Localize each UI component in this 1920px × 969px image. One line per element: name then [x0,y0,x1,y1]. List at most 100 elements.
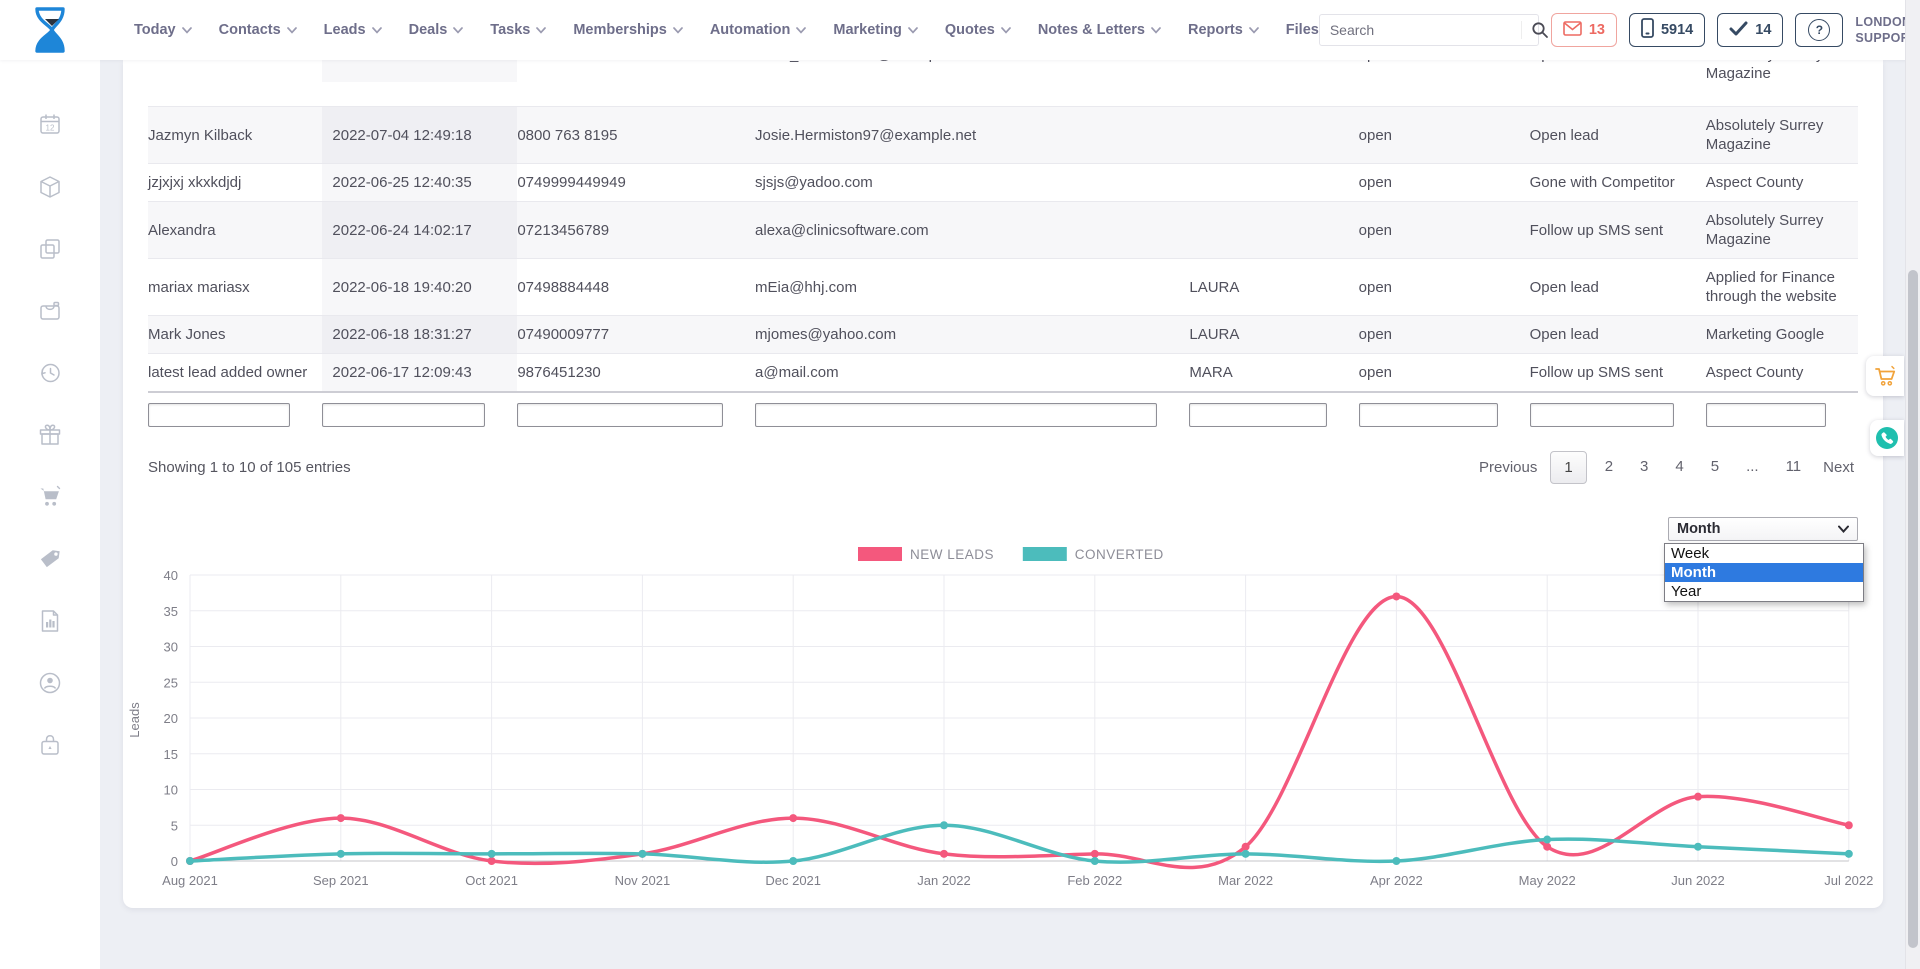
cart-fab-button[interactable] [1866,356,1904,396]
cell-name: mariax mariasx [148,259,322,315]
lock-icon[interactable] [37,732,63,758]
cell-lead-status: Open lead [1530,60,1706,82]
nav-item-memberships[interactable]: Memberships [573,22,682,38]
svg-text:Jan 2022: Jan 2022 [917,873,971,888]
account-icon[interactable] [37,670,63,696]
check-count: 14 [1755,22,1771,38]
filter-input-owner[interactable] [1189,403,1326,427]
chart-period-select[interactable]: Month [1668,517,1858,541]
period-option-month[interactable]: Month [1665,563,1863,582]
table-row[interactable]: Alexandra2022-06-24 14:02:1707213456789a… [148,202,1858,259]
nav-item-notes-letters[interactable]: Notes & Letters [1038,22,1161,38]
nav-label: Quotes [945,22,995,38]
filter-input-date[interactable] [322,403,485,427]
cell-date: 2022-06-24 14:02:17 [322,202,517,258]
period-select-dropdown: WeekMonthYear [1664,543,1864,602]
cell-lead-status: Open lead [1530,316,1706,353]
vertical-scrollbar-thumb[interactable] [1908,270,1918,948]
table-row[interactable]: Mark Jones2022-06-18 18:31:2707490009777… [148,316,1858,354]
svg-text:Leads: Leads [127,702,142,738]
filter-input-email[interactable] [755,403,1157,427]
app-logo-hourglass-icon[interactable] [28,6,72,54]
phone-calls-badge[interactable]: 5914 [1629,13,1705,47]
chevron-down-icon [1838,521,1849,537]
nav-item-reports[interactable]: Reports [1188,22,1259,38]
pagination-previous[interactable]: Previous [1475,452,1541,483]
pagination-page-2[interactable]: 2 [1596,451,1622,484]
svg-text:30: 30 [164,640,178,655]
cell-source: Aspect County [1706,164,1858,201]
history-icon[interactable] [37,360,63,386]
table-row[interactable]: mariax mariasx2022-06-18 19:40:200749888… [148,259,1858,316]
copy-icon[interactable] [37,236,63,262]
filter-input-phone[interactable] [517,403,723,427]
cell-phone: 07213456789 [517,202,755,258]
calendar-icon[interactable]: 12 [37,112,63,138]
search-input[interactable] [1320,22,1521,38]
cell-date: 2022-06-25 12:40:35 [322,164,517,201]
cell-date: 2022-06-18 19:40:20 [322,259,517,315]
report-icon[interactable] [37,608,63,634]
mail-notifications-badge[interactable]: 13 [1551,13,1617,47]
chevron-down-icon [908,22,918,38]
table-row[interactable]: Jazmyn Kilback2022-07-04 12:49:180800 76… [148,107,1858,164]
svg-text:Feb 2022: Feb 2022 [1067,873,1122,888]
filter-input-status[interactable] [1359,403,1498,427]
table-row[interactable]: latest lead added owner2022-06-17 12:09:… [148,354,1858,393]
mail-count: 13 [1589,22,1605,38]
filter-input-name[interactable] [148,403,290,427]
tasks-done-badge[interactable]: 14 [1717,13,1783,47]
cell-source: Absolutely Surrey Magazine [1706,202,1858,258]
svg-text:Apr 2022: Apr 2022 [1370,873,1423,888]
pagination-page-4[interactable]: 4 [1666,451,1692,484]
pagination-ellipsis: ... [1737,451,1768,484]
pagination-page-3[interactable]: 3 [1631,451,1657,484]
tag-icon[interactable] [37,546,63,572]
table-row[interactable]: Gina Schulist2022-07-04 12:49:260749 525… [148,60,1858,107]
topbar-right-cluster: 13 5914 14 ? LONDON SUPPORT [1319,9,1920,51]
nav-item-today[interactable]: Today [134,22,192,38]
smartphone-icon [1641,18,1654,42]
gift-icon[interactable] [37,422,63,448]
pagination-page-1[interactable]: 1 [1550,451,1586,484]
nav-item-deals[interactable]: Deals [409,22,464,38]
nav-label: Contacts [219,22,281,38]
cell-email: Josie.Hermiston97@example.net [755,107,1189,163]
filter-cell [322,403,517,427]
cell-source: Aspect County [1706,354,1858,391]
pagination-page-11[interactable]: 11 [1777,451,1811,484]
period-option-year[interactable]: Year [1665,582,1863,601]
nav-item-leads[interactable]: Leads [324,22,382,38]
cell-lead-status: Follow up SMS sent [1530,354,1706,391]
search-box [1319,14,1539,46]
period-option-week[interactable]: Week [1665,544,1863,563]
main-nav: Today Contacts Leads Deals Tasks Memberships A… [134,22,1319,38]
phone-fab-button[interactable] [1870,420,1904,456]
filter-input-source[interactable] [1706,403,1826,427]
nav-item-contacts[interactable]: Contacts [219,22,297,38]
nav-item-automation[interactable]: Automation [710,22,807,38]
vertical-scrollbar-track[interactable] [1905,0,1920,969]
filter-input-lead-status[interactable] [1530,403,1674,427]
package-icon[interactable] [37,174,63,200]
nav-label: Memberships [573,22,666,38]
help-badge[interactable]: ? [1795,13,1843,47]
nav-label: Notes & Letters [1038,22,1145,38]
pagination-next[interactable]: Next [1819,452,1858,483]
table-row[interactable]: jzjxjxj xkxkdjdj2022-06-25 12:40:3507499… [148,164,1858,202]
svg-text:Sep 2021: Sep 2021 [313,873,369,888]
cell-source: Applied for Finance through the website [1706,259,1858,315]
leads-content-card: Gina Schulist2022-07-04 12:49:260749 525… [123,60,1883,908]
camera-icon[interactable] [37,298,63,324]
nav-item-quotes[interactable]: Quotes [945,22,1011,38]
nav-item-tasks[interactable]: Tasks [490,22,546,38]
chevron-down-icon [1151,22,1161,38]
svg-text:0: 0 [171,854,178,869]
pagination-page-5[interactable]: 5 [1702,451,1728,484]
nav-item-marketing[interactable]: Marketing [833,22,918,38]
table-footer: Showing 1 to 10 of 105 entries Previous … [148,439,1858,498]
svg-text:15: 15 [164,747,178,762]
cell-date: 2022-07-04 12:49:26 [322,60,517,82]
cart-icon[interactable] [37,484,63,510]
nav-item-files[interactable]: Files [1286,22,1319,38]
